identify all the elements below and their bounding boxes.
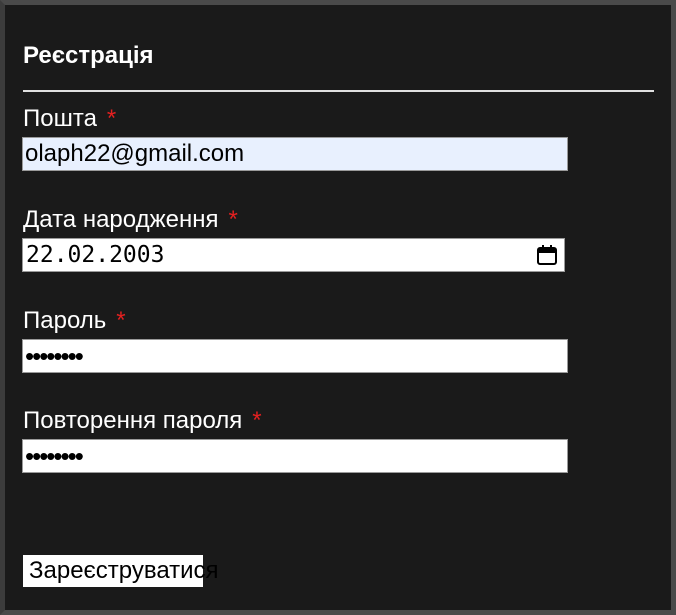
password-repeat-field[interactable] [22,439,568,473]
form-title: Реєстрація [23,42,154,69]
divider [23,90,654,92]
birthdate-field[interactable]: 22.02.2003 [22,238,565,272]
birthdate-value: 22.02.2003 [26,242,165,268]
birthdate-label: Дата народження * [23,206,238,234]
required-marker: * [116,307,126,334]
email-label: Пошта * [23,105,116,133]
password-label: Пароль * [23,307,126,335]
required-marker: * [228,206,238,233]
registration-panel: Реєстрація Пошта * Дата народження * 22.02… [0,0,676,615]
password-repeat-label-text: Повторення пароля [23,407,243,434]
birthdate-label-text: Дата народження [23,206,219,233]
register-button-label: Зареєструватися [29,557,219,584]
password-label-text: Пароль [23,307,107,334]
required-marker: * [106,105,117,132]
required-marker: * [252,407,262,434]
calendar-icon[interactable] [535,243,559,267]
email-label-text: Пошта [23,105,97,132]
email-field[interactable] [22,137,568,171]
password-repeat-label: Повторення пароля * [23,407,262,435]
register-button[interactable]: Зареєструватися [23,555,219,587]
password-field[interactable] [22,339,568,373]
